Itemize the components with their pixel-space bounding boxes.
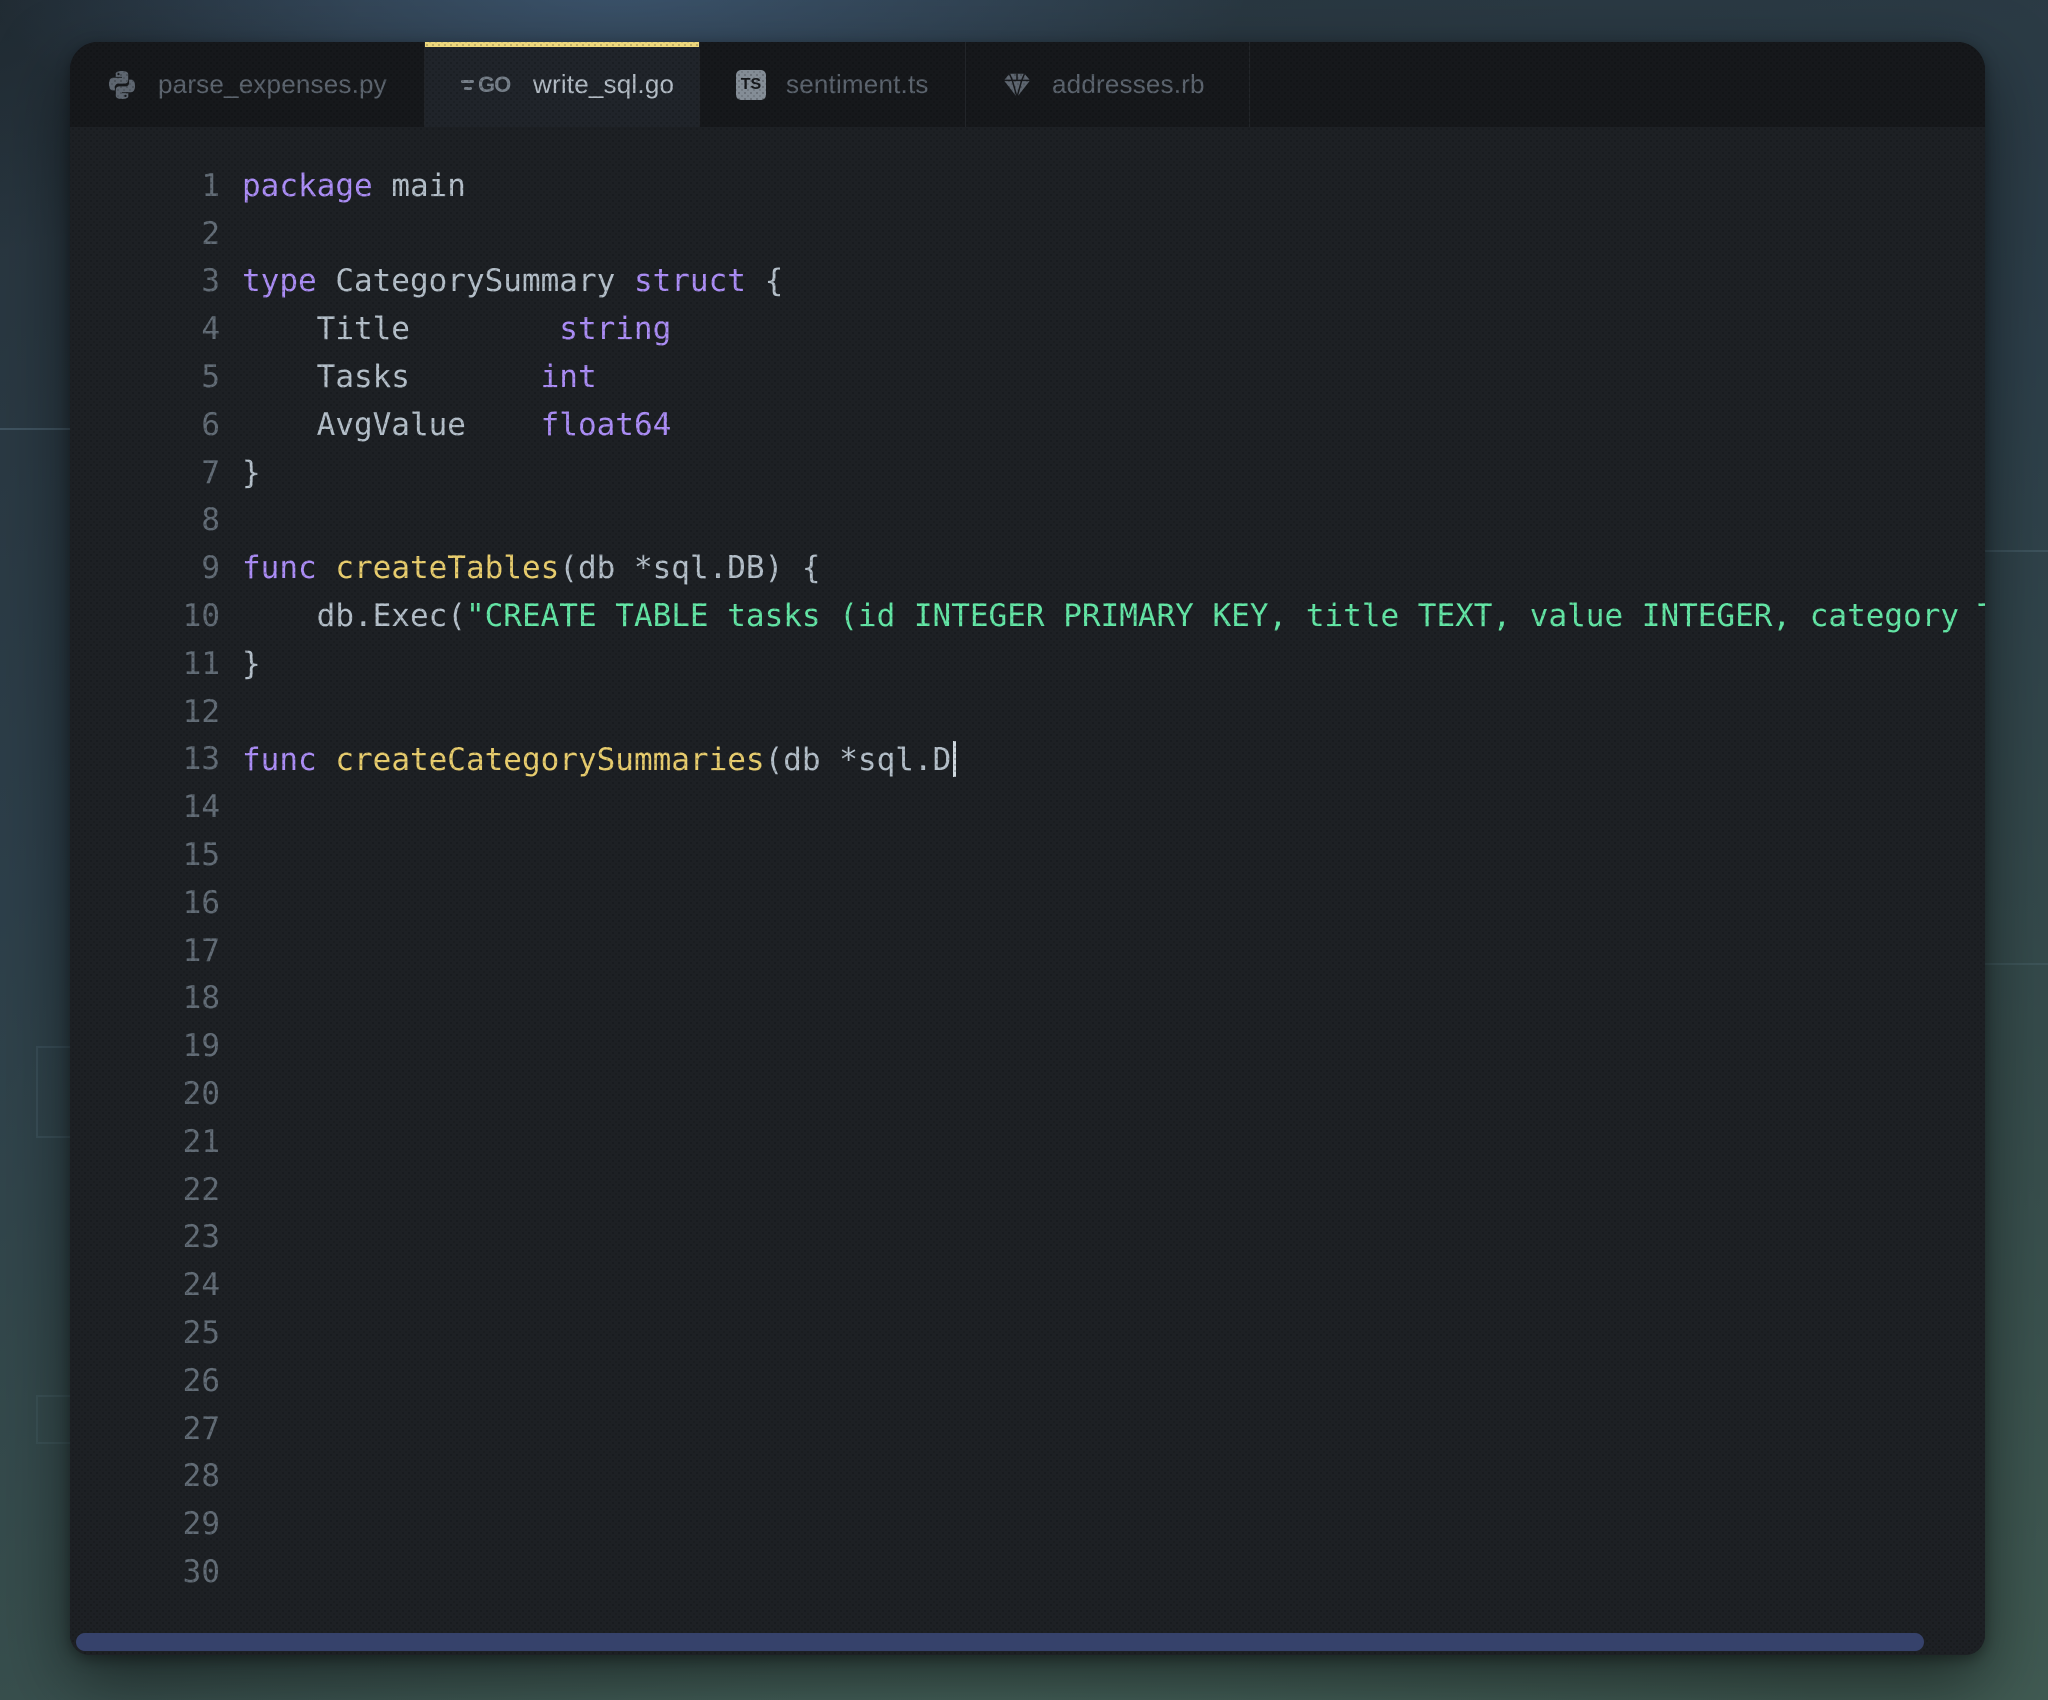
tab-bar-empty-space <box>1250 42 1985 127</box>
line-code: Title string <box>242 311 672 348</box>
background-line <box>1985 550 2048 552</box>
code-line[interactable]: 23 <box>70 1214 1985 1262</box>
line-number: 26 <box>182 1362 220 1399</box>
line-code: Tasks int <box>242 359 597 396</box>
line-number: 18 <box>182 980 220 1017</box>
code-editor-window: parse_expenses.py GO write_sql.go TS sen… <box>70 42 1985 1655</box>
line-code: func createTables(db *sql.DB) { <box>242 550 821 587</box>
line-number: 12 <box>182 693 220 730</box>
line-code: db.Exec("CREATE TABLE tasks (id INTEGER … <box>242 598 1985 635</box>
code-line[interactable]: 22 <box>70 1166 1985 1214</box>
ruby-icon <box>1002 70 1032 100</box>
line-code: } <box>242 454 261 491</box>
code-line[interactable]: 26 <box>70 1357 1985 1405</box>
line-number: 28 <box>182 1458 220 1495</box>
tab-bar: parse_expenses.py GO write_sql.go TS sen… <box>70 42 1985 128</box>
code-line[interactable]: 8 <box>70 497 1985 545</box>
line-code: } <box>242 645 261 682</box>
background-line <box>0 428 70 430</box>
line-number: 23 <box>182 1219 220 1256</box>
line-number: 21 <box>182 1123 220 1160</box>
line-number: 20 <box>182 1076 220 1113</box>
line-code: type CategorySummary struct { <box>242 263 784 300</box>
line-number: 15 <box>182 837 220 874</box>
tab-label: parse_expenses.py <box>158 69 387 99</box>
code-area[interactable]: 1 package main 2 3 type CategorySummary stru… <box>70 127 1985 1655</box>
code-line[interactable]: 12 <box>70 688 1985 736</box>
background-line <box>1985 963 2048 965</box>
line-number: 11 <box>182 645 220 682</box>
go-icon: GO <box>461 69 513 101</box>
horizontal-scrollbar-track <box>76 1633 1979 1651</box>
text-cursor <box>953 740 957 777</box>
line-number: 2 <box>201 215 220 252</box>
code-line[interactable]: 20 <box>70 1070 1985 1118</box>
code-line[interactable]: 21 <box>70 1118 1985 1166</box>
line-number: 13 <box>182 741 220 778</box>
code-line[interactable]: 27 <box>70 1405 1985 1453</box>
python-icon <box>106 69 138 101</box>
line-number: 9 <box>201 550 220 587</box>
code-line[interactable]: 1 package main <box>70 162 1985 210</box>
code-line[interactable]: 6 AvgValue float64 <box>70 401 1985 449</box>
line-number: 29 <box>182 1506 220 1543</box>
code-line[interactable]: 3 type CategorySummary struct { <box>70 258 1985 306</box>
tab-sentiment-ts[interactable]: TS sentiment.ts <box>700 42 966 127</box>
line-number: 24 <box>182 1267 220 1304</box>
typescript-icon: TS <box>736 69 766 100</box>
code-line[interactable]: 14 <box>70 783 1985 831</box>
code-line[interactable]: 25 <box>70 1309 1985 1357</box>
tab-parse-expenses-py[interactable]: parse_expenses.py <box>70 42 425 127</box>
line-number: 10 <box>182 598 220 635</box>
line-number: 16 <box>182 884 220 921</box>
line-number: 14 <box>182 789 220 826</box>
code-line[interactable]: 17 <box>70 927 1985 975</box>
code-line[interactable]: 10 db.Exec("CREATE TABLE tasks (id INTEG… <box>70 592 1985 640</box>
code-line[interactable]: 9 func createTables(db *sql.DB) { <box>70 544 1985 592</box>
line-number: 4 <box>201 311 220 348</box>
code-line[interactable]: 24 <box>70 1261 1985 1309</box>
code-line[interactable]: 13 func createCategorySummaries(db *sql.D <box>70 736 1985 784</box>
line-number: 22 <box>182 1171 220 1208</box>
line-number: 17 <box>182 932 220 969</box>
code-line[interactable]: 2 <box>70 210 1985 258</box>
line-code: AvgValue float64 <box>242 406 672 443</box>
horizontal-scrollbar-thumb[interactable] <box>76 1633 1924 1651</box>
code-line[interactable]: 4 Title string <box>70 305 1985 353</box>
line-number: 5 <box>201 359 220 396</box>
code-line[interactable]: 28 <box>70 1453 1985 1501</box>
code-lines: 1 package main 2 3 type CategorySummary stru… <box>70 162 1985 1596</box>
code-line[interactable]: 18 <box>70 975 1985 1023</box>
code-line[interactable]: 29 <box>70 1500 1985 1548</box>
tab-addresses-rb[interactable]: addresses.rb <box>966 42 1250 127</box>
line-number: 27 <box>182 1410 220 1447</box>
code-line[interactable]: 11} <box>70 640 1985 688</box>
tab-label: addresses.rb <box>1052 69 1205 99</box>
line-number: 6 <box>201 406 220 443</box>
line-code: func createCategorySummaries(db *sql.D <box>220 740 957 778</box>
line-number: 1 <box>201 167 220 204</box>
code-line[interactable]: 16 <box>70 879 1985 927</box>
tab-write-sql-go[interactable]: GO write_sql.go <box>425 42 700 127</box>
line-number: 30 <box>182 1554 220 1590</box>
code-line[interactable]: 7} <box>70 449 1985 497</box>
code-line[interactable]: 19 <box>70 1022 1985 1070</box>
line-number: 7 <box>201 454 220 491</box>
line-code: package main <box>242 167 466 204</box>
tab-label: sentiment.ts <box>786 69 929 99</box>
line-number: 25 <box>182 1315 220 1352</box>
line-number: 3 <box>201 263 220 300</box>
code-line[interactable]: 5 Tasks int <box>70 353 1985 401</box>
tab-label: write_sql.go <box>533 69 675 99</box>
line-number: 8 <box>201 502 220 539</box>
code-line[interactable]: 30 <box>70 1548 1985 1596</box>
code-line[interactable]: 15 <box>70 831 1985 879</box>
line-number: 19 <box>182 1028 220 1065</box>
